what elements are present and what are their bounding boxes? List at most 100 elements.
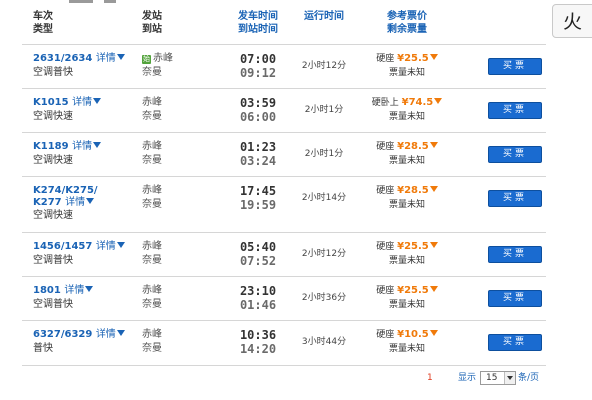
- top-edge-fragment: [104, 0, 116, 3]
- arrive-time: 01:46: [239, 298, 277, 312]
- seat-class: 硬座: [376, 186, 395, 196]
- buy-ticket-button[interactable]: 买票: [488, 102, 542, 119]
- seat-class: 硬座: [376, 54, 395, 64]
- train-code[interactable]: 1801: [33, 285, 61, 296]
- per-page-label: 条/页: [518, 373, 540, 383]
- price-dropdown-icon[interactable]: [429, 142, 438, 148]
- price[interactable]: ¥25.5: [397, 241, 429, 252]
- price-dropdown-icon[interactable]: [434, 98, 443, 104]
- seat-class: 硬卧上: [371, 98, 399, 108]
- top-edge-fragment: [69, 0, 93, 3]
- buy-ticket-button[interactable]: 买票: [488, 246, 542, 263]
- header-price-label[interactable]: 参考票价: [369, 10, 445, 23]
- header-depart-label[interactable]: 发车时间: [227, 10, 289, 23]
- detail-link[interactable]: 详情: [96, 241, 116, 252]
- train-code-link[interactable]: 6327/6329 详情: [33, 329, 125, 341]
- remaining-tickets: 票量未知: [388, 68, 425, 78]
- price[interactable]: ¥74.5: [402, 97, 434, 108]
- train-type: 空调普快: [33, 255, 73, 266]
- train-code-link[interactable]: 1456/1457 详情: [33, 241, 125, 253]
- arrive-time: 07:52: [239, 254, 277, 268]
- train-code[interactable]: K274/K275/: [33, 185, 98, 196]
- expand-arrow-icon[interactable]: [85, 286, 94, 292]
- detail-link[interactable]: 详情: [64, 285, 84, 296]
- price-dropdown-icon[interactable]: [429, 54, 438, 60]
- train-code-link[interactable]: K1015 详情: [33, 97, 102, 109]
- seat-price[interactable]: 硬座 ¥25.5: [369, 53, 445, 65]
- price[interactable]: ¥28.5: [397, 141, 429, 152]
- arrive-time: 19:59: [239, 198, 277, 212]
- train-type: 空调快速: [33, 155, 73, 166]
- remaining-tickets: 票量未知: [388, 112, 425, 122]
- train-code-link[interactable]: K274/K275/: [33, 185, 98, 197]
- header-train: 车次 类型: [33, 10, 53, 36]
- arrive-time: 14:20: [239, 342, 277, 356]
- train-code-link[interactable]: K277 详情: [33, 197, 95, 209]
- price-dropdown-icon[interactable]: [429, 242, 438, 248]
- header-remaining-label[interactable]: 剩余票量: [369, 23, 445, 36]
- price[interactable]: ¥10.5: [397, 329, 429, 340]
- arrive-time: 03:24: [239, 154, 277, 168]
- detail-link[interactable]: 详情: [96, 329, 116, 340]
- expand-arrow-icon[interactable]: [116, 330, 125, 336]
- train-type: 空调普快: [33, 299, 73, 310]
- duration: 2小时12分: [301, 249, 347, 259]
- expand-arrow-icon[interactable]: [93, 142, 102, 148]
- to-station: 奈曼: [142, 199, 162, 210]
- price-dropdown-icon[interactable]: [429, 186, 438, 192]
- train-code-continued[interactable]: K277: [33, 197, 62, 208]
- price-dropdown-icon[interactable]: [429, 330, 438, 336]
- train-code[interactable]: 1456/1457: [33, 241, 92, 252]
- train-code[interactable]: 2631/2634: [33, 53, 92, 64]
- buy-ticket-button[interactable]: 买票: [488, 334, 542, 351]
- expand-arrow-icon[interactable]: [93, 98, 102, 104]
- buy-ticket-button[interactable]: 买票: [488, 58, 542, 75]
- select-arrow-button[interactable]: [504, 372, 515, 384]
- chevron-down-icon[interactable]: [507, 376, 513, 380]
- to-station: 奈曼: [142, 299, 162, 310]
- price[interactable]: ¥25.5: [397, 285, 429, 296]
- train-code-link[interactable]: 2631/2634 详情: [33, 53, 125, 65]
- buy-ticket-button[interactable]: 买票: [488, 290, 542, 307]
- seat-price[interactable]: 硬卧上 ¥74.5: [369, 97, 445, 109]
- page-number-current[interactable]: 1: [427, 371, 433, 385]
- seat-price[interactable]: 硬座 ¥28.5: [369, 141, 445, 153]
- price[interactable]: ¥28.5: [397, 185, 429, 196]
- expand-arrow-icon[interactable]: [86, 198, 95, 204]
- train-type: 空调普快: [33, 67, 73, 78]
- depart-time: 01:23: [239, 140, 277, 154]
- duration: 2小时12分: [301, 61, 347, 71]
- seat-price[interactable]: 硬座 ¥10.5: [369, 329, 445, 341]
- detail-link[interactable]: 详情: [96, 53, 116, 64]
- train-code[interactable]: 6327/6329: [33, 329, 92, 340]
- expand-arrow-icon[interactable]: [116, 242, 125, 248]
- page-size-select[interactable]: 15: [480, 371, 516, 385]
- train-code-link[interactable]: K1189 详情: [33, 141, 102, 153]
- train-code[interactable]: K1015: [33, 97, 69, 108]
- header-time-sort[interactable]: 发车时间 到站时间: [227, 10, 289, 36]
- train-code[interactable]: K1189: [33, 141, 69, 152]
- seat-price[interactable]: 硬座 ¥25.5: [369, 241, 445, 253]
- to-station: 奈曼: [142, 343, 162, 354]
- table-row: K274/K275/ K277 详情 空调快速 赤峰 奈曼 17:45 19:5…: [22, 176, 546, 232]
- remaining-tickets: 票量未知: [388, 200, 425, 210]
- seat-price[interactable]: 硬座 ¥25.5: [369, 285, 445, 297]
- detail-link[interactable]: 详情: [72, 97, 92, 108]
- page-size-value[interactable]: 15: [486, 372, 497, 384]
- header-duration-label[interactable]: 运行时间: [294, 10, 354, 23]
- price[interactable]: ¥25.5: [397, 53, 429, 64]
- buy-ticket-button[interactable]: 买票: [488, 146, 542, 163]
- expand-arrow-icon[interactable]: [116, 54, 125, 60]
- buy-ticket-button[interactable]: 买票: [488, 190, 542, 207]
- train-code-link[interactable]: 1801 详情: [33, 285, 94, 297]
- depart-time: 10:36: [239, 328, 277, 342]
- seat-price[interactable]: 硬座 ¥28.5: [369, 185, 445, 197]
- header-arrive-label[interactable]: 到站时间: [227, 23, 289, 36]
- detail-link[interactable]: 详情: [65, 197, 85, 208]
- table-row: 1456/1457 详情 空调普快 赤峰 奈曼 05:40 07:52 2小时1…: [22, 232, 546, 276]
- header-duration-sort[interactable]: 运行时间: [294, 10, 354, 23]
- detail-link[interactable]: 详情: [72, 141, 92, 152]
- side-panel-button[interactable]: 火: [552, 4, 592, 38]
- header-price-sort[interactable]: 参考票价 剩余票量: [369, 10, 445, 36]
- price-dropdown-icon[interactable]: [429, 286, 438, 292]
